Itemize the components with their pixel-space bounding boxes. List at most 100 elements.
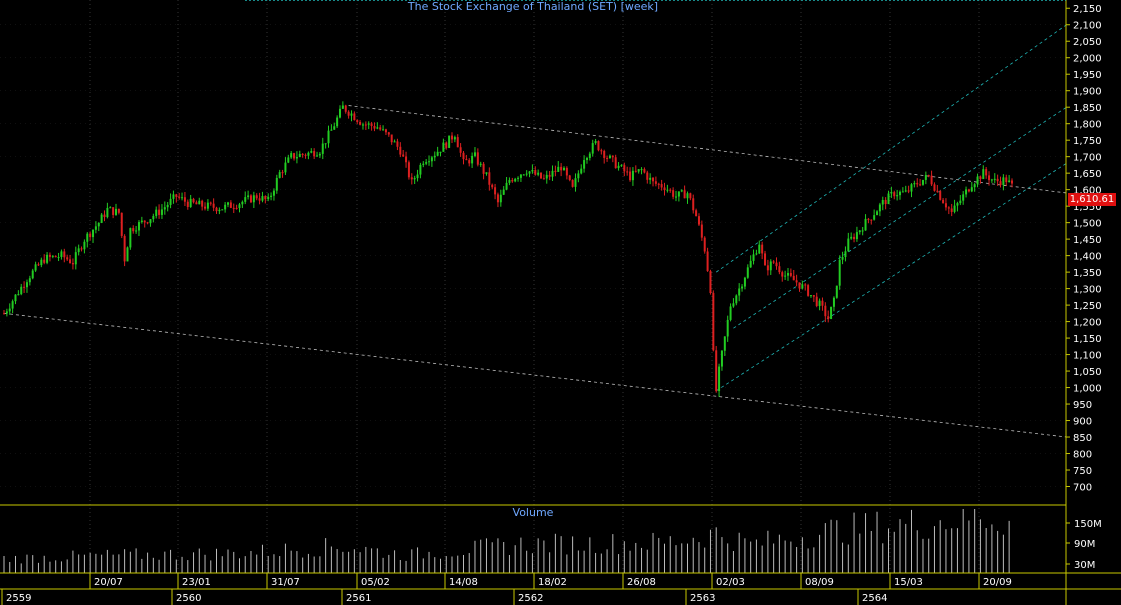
year-label: 2564 [862,593,887,604]
candle-body [364,124,367,126]
candle-body [301,153,304,155]
candle-body [496,194,499,203]
candle-body [942,199,945,204]
candle-body [353,113,356,121]
candle-body [715,350,718,392]
candle-body [419,164,422,175]
candle-body [996,178,999,182]
candle-body [382,129,385,131]
candle-body [626,171,629,173]
candle-body [565,167,568,176]
candle-body [568,175,571,181]
price-tick-label: 1,400 [1073,252,1102,263]
candle-body [574,178,577,187]
candle-body [278,172,281,178]
candle-body [603,151,606,158]
candle-body [557,166,560,172]
candle-body [295,156,298,159]
candle-body [910,184,913,192]
candle-body [413,178,416,180]
candle-body [51,255,54,257]
candle-body [657,183,660,185]
candle-body [146,222,149,224]
price-tick-label: 900 [1073,417,1092,428]
volume-axis: 150M 90M 30M [1066,519,1102,571]
candle-body [608,155,611,158]
candle-body [20,286,23,295]
candle-body [769,261,772,271]
candle-body [201,200,204,207]
candle-body [525,173,528,175]
candle-body [281,172,284,174]
candle-body [571,180,574,187]
candle-body [307,152,310,156]
price-tick-label: 1,150 [1073,334,1102,345]
candle-body [485,172,488,174]
candle-body [993,178,996,180]
candle-body [907,190,910,192]
candle-body [850,236,853,239]
candle-body [629,171,632,181]
price-tick-label: 1,350 [1073,268,1102,279]
date-label: 15/03 [894,577,923,588]
candle-body [31,270,34,279]
candle-body [71,263,74,265]
date-label: 23/01 [182,577,211,588]
candle-body [57,256,60,258]
candle-body [402,154,405,157]
candle-body [361,124,364,126]
candle-body [832,297,835,307]
candle-body [97,222,100,227]
date-label: 18/02 [538,577,567,588]
candle-body [333,126,336,130]
candle-body [778,266,781,273]
candle-body [545,174,548,179]
candle-body [232,207,235,209]
candle-body [261,196,264,201]
candle-body [376,127,379,129]
candle-body [792,275,795,281]
candle-body [999,181,1002,186]
candle-body [114,208,118,215]
candle-body [422,163,425,165]
candle-body [924,175,927,180]
price-tick-label: 1,450 [1073,235,1102,246]
candle-body [379,127,382,130]
channel-mid [733,106,1067,329]
candle-body [784,275,787,277]
candle-body [786,273,790,276]
candle-body [416,174,419,179]
price-tick-label: 1,000 [1073,384,1102,395]
candle-body [17,294,20,296]
candle-body [313,151,316,157]
candle-body [534,170,537,175]
candle-body [878,204,881,212]
candle-body [160,209,163,215]
candle-body [40,259,43,266]
candle-body [494,187,497,195]
candle-body [916,183,919,185]
candle-body [405,156,408,163]
candle-body [5,311,8,314]
candle-body [738,288,741,296]
price-tick-label: 1,900 [1073,87,1102,98]
candle-body [950,208,953,212]
price-tick-label: 1,100 [1073,351,1102,362]
candle-body [453,137,456,140]
candle-body [540,172,543,179]
candle-body [643,169,646,173]
candle-body [327,130,330,144]
price-tick-label: 1,200 [1073,318,1102,329]
candle-body [2,313,6,315]
candle-body [1010,180,1014,184]
candle-body [700,224,703,238]
candle-body [155,209,158,216]
candle-body [692,198,695,211]
candle-body [807,285,810,296]
candle-body [577,173,580,179]
candle-body [729,306,732,320]
candle-body [939,191,942,200]
candle-body [448,135,451,148]
candle-body [537,172,540,175]
candle-body [384,129,387,133]
